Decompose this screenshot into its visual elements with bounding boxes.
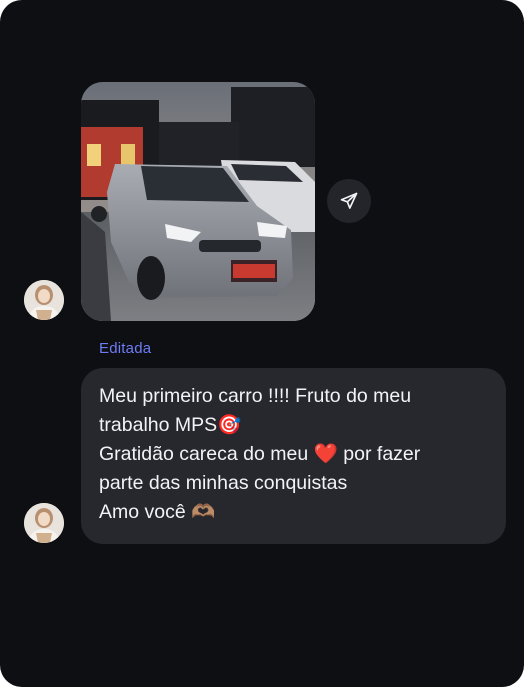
message-text-line: parte das minhas conquistas xyxy=(99,472,348,494)
message-photo[interactable] xyxy=(81,82,315,321)
message-text-line: Gratidão careca do meu ❤️ por fazer xyxy=(99,443,421,465)
avatar[interactable] xyxy=(24,503,64,543)
car-photo-image xyxy=(81,82,315,321)
paper-plane-icon xyxy=(340,192,358,209)
avatar[interactable] xyxy=(24,280,64,320)
message-text-line: Meu primeiro carro !!!! Fruto do meu xyxy=(99,385,412,407)
edited-label: Editada xyxy=(99,340,152,357)
message-bubble[interactable]: Meu primeiro carro !!!! Fruto do meu tra… xyxy=(81,368,506,544)
user-avatar-icon xyxy=(24,280,64,320)
message-text-line: Amo você 🫶🏽 xyxy=(99,501,216,523)
chat-thread: Editada Meu primeiro carro !!!! Fruto do… xyxy=(0,0,524,687)
share-button[interactable] xyxy=(327,179,371,223)
message-text-line: trabalho MPS🎯 xyxy=(99,414,242,436)
user-avatar-icon xyxy=(24,503,64,543)
